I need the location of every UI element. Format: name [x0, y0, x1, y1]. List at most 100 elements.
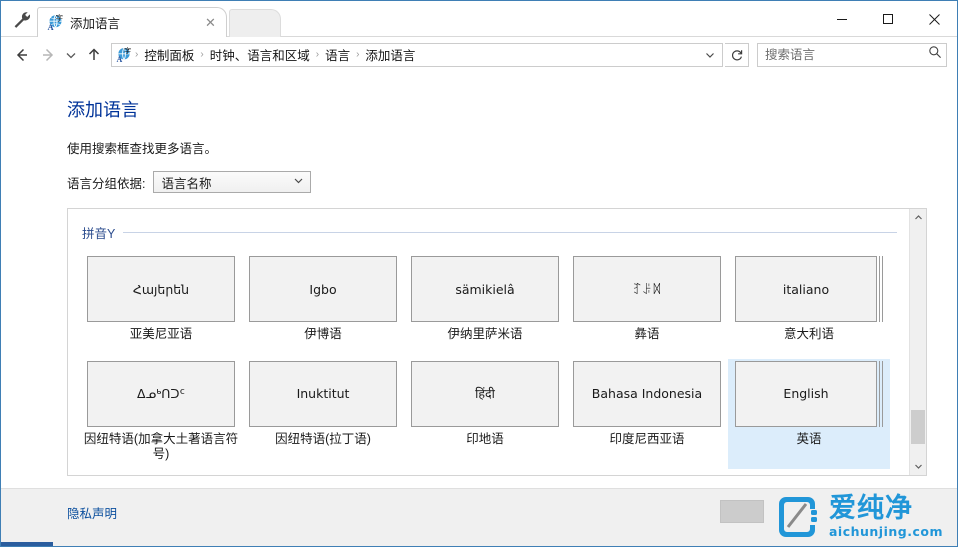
language-tile-frame: English: [735, 360, 883, 427]
scroll-up-icon[interactable]: [910, 209, 926, 226]
forward-button[interactable]: [35, 42, 61, 68]
tab-title: 添加语言: [70, 17, 121, 31]
watermark-text: 爱纯净 aichunjing.com: [828, 492, 943, 539]
tile-stack-line: [882, 360, 883, 427]
minimize-button[interactable]: [819, 1, 865, 37]
language-tile-label: 印地语: [466, 431, 504, 446]
page-title: 添加语言: [67, 100, 139, 120]
language-tile-box: Հայերեն: [87, 256, 235, 322]
group-header: 拼音Y: [82, 223, 897, 242]
address-dropdown-icon[interactable]: [700, 44, 720, 66]
language-tile-hindi[interactable]: हिंदी 印地语: [404, 359, 566, 469]
search-input[interactable]: [765, 47, 928, 62]
language-tile-frame: Bahasa Indonesia: [573, 360, 721, 427]
language-tile-box: हिंदी: [411, 360, 559, 427]
language-native-name: English: [783, 386, 829, 402]
language-row: Հայերեն 亚美尼亚语 Igbo 伊博语 sämikielâ 伊纳里萨米语 …: [80, 254, 909, 349]
refresh-button[interactable]: [725, 42, 749, 67]
language-tile-frame: Inuktitut: [249, 360, 397, 427]
language-tile-label: 伊纳里萨米语: [447, 327, 523, 341]
language-native-name: Bahasa Indonesia: [591, 386, 703, 402]
language-native-name: Inuktitut: [296, 386, 350, 402]
group-by-value: 语言名称: [161, 176, 212, 191]
maximize-button[interactable]: [865, 1, 911, 37]
language-tile-inuktitut-latin[interactable]: Inuktitut 因纽特语(拉丁语): [242, 359, 404, 469]
navigation-bar: A 字 › 控制面板 › 时钟、语言和区域 › 语言 › 添加语言: [1, 37, 957, 72]
language-tile-igbo[interactable]: Igbo 伊博语: [242, 254, 404, 349]
language-globe-icon: A 字: [47, 13, 64, 33]
tile-stack-line: [879, 256, 880, 322]
close-button[interactable]: [911, 1, 957, 37]
language-tile-box: English: [735, 360, 877, 427]
search-box[interactable]: [757, 42, 947, 67]
language-tile-label: 因纽特语(加拿大土著语言符号): [83, 431, 239, 462]
language-native-name: italiano: [782, 281, 830, 297]
language-tile-label: 英语: [796, 431, 822, 446]
address-language-icon: A 字: [116, 46, 132, 64]
language-tile-box: Bahasa Indonesia: [573, 360, 721, 427]
aichunjing-logo-icon: [773, 494, 821, 540]
language-tile-box: italiano: [735, 256, 877, 322]
language-tile-frame: हिंदी: [411, 360, 559, 427]
language-tile-box: ᐃᓄᒃᑎᑐᑦ: [87, 360, 235, 427]
main-content: 添加语言 使用搜索框查找更多语言。 语言分组依据: 语言名称 拼音Y Հայեր…: [1, 72, 957, 512]
language-tile-label: 伊博语: [304, 327, 342, 341]
language-tile-frame: italiano: [735, 256, 883, 322]
language-native-name: sämikielâ: [455, 281, 515, 297]
page-subtitle: 使用搜索框查找更多语言。: [67, 142, 218, 156]
language-tile-frame: Igbo: [249, 256, 397, 322]
group-header-label: 拼音Y: [82, 227, 116, 241]
language-list-panel: 拼音Y Հայերեն 亚美尼亚语 Igbo 伊博语 sämikielâ 伊纳里…: [67, 208, 927, 476]
up-button[interactable]: [81, 42, 107, 68]
language-tile-english[interactable]: English 英语: [728, 358, 890, 469]
tile-stack-line: [879, 360, 880, 427]
language-native-name: Հայերեն: [132, 281, 190, 297]
language-tile-label: 意大利语: [783, 327, 834, 341]
svg-text:字: 字: [124, 47, 131, 55]
language-tile-indonesian[interactable]: Bahasa Indonesia 印度尼西亚语: [566, 359, 728, 469]
svg-text:字: 字: [56, 14, 64, 23]
language-tile-italian[interactable]: italiano 意大利语: [728, 254, 890, 349]
tab-add-language[interactable]: A 字 添加语言 ✕: [37, 7, 227, 37]
language-native-name: हिंदी: [475, 386, 495, 402]
control-panel-window: A 字 添加语言 ✕ A 字 › 控制面板 › 时钟、语言和区域 › 语言 › …: [0, 0, 958, 547]
language-tile-frame: ᐃᓄᒃᑎᑐᑦ: [87, 360, 235, 427]
vertical-scrollbar[interactable]: [909, 209, 926, 475]
language-tile-box: sämikielâ: [411, 256, 559, 322]
tab-close-icon[interactable]: ✕: [203, 15, 218, 30]
language-native-name: ꆈꌠꉙ: [632, 281, 662, 297]
add-button[interactable]: [720, 500, 764, 523]
privacy-statement-link[interactable]: 隐私声明: [67, 503, 117, 522]
group-header-divider: [123, 232, 897, 233]
language-tile-inuktitut-syllabics[interactable]: ᐃᓄᒃᑎᑐᑦ 因纽特语(加拿大土著语言符号): [80, 359, 242, 469]
tile-stack-line: [882, 256, 883, 322]
language-native-name: Igbo: [309, 281, 337, 297]
breadcrumb-item-add-language[interactable]: 添加语言: [360, 43, 420, 66]
watermark-brand-cn: 爱纯净: [828, 492, 913, 524]
language-tile-yi[interactable]: ꆈꌠꉙ 彝语: [566, 254, 728, 349]
language-tile-box: Inuktitut: [249, 360, 397, 427]
language-tile-armenian[interactable]: Հայերեն 亚美尼亚语: [80, 254, 242, 349]
breadcrumb-item-control-panel[interactable]: 控制面板: [139, 43, 199, 66]
language-tile-label: 因纽特语(拉丁语): [275, 431, 371, 446]
address-bar[interactable]: A 字 › 控制面板 › 时钟、语言和区域 › 语言 › 添加语言: [111, 42, 723, 67]
language-tile-box: Igbo: [249, 256, 397, 322]
back-button[interactable]: [9, 42, 35, 68]
chevron-down-icon: [293, 175, 304, 189]
svg-text:A: A: [48, 22, 55, 31]
scroll-down-icon[interactable]: [910, 458, 926, 475]
new-tab-button[interactable]: [229, 9, 281, 37]
group-by-row: 语言分组依据: 语言名称: [67, 171, 927, 193]
recent-locations-button[interactable]: [61, 42, 81, 68]
group-by-select[interactable]: 语言名称: [153, 171, 312, 193]
breadcrumb-item-language[interactable]: 语言: [320, 43, 355, 66]
breadcrumb-item-clock-language-region[interactable]: 时钟、语言和区域: [205, 43, 315, 66]
wrench-icon[interactable]: [11, 9, 33, 31]
language-tile-frame: ꆈꌠꉙ: [573, 256, 721, 322]
scrollbar-thumb[interactable]: [911, 410, 925, 444]
language-native-name: ᐃᓄᒃᑎᑐᑦ: [137, 386, 185, 402]
breadcrumb: 控制面板 › 时钟、语言和区域 › 语言 › 添加语言: [139, 43, 700, 66]
search-icon[interactable]: [928, 45, 942, 64]
language-tile-inari-sami[interactable]: sämikielâ 伊纳里萨米语: [404, 254, 566, 349]
bottom-bar: 隐私声明 爱纯净 aichunjing.com: [1, 488, 957, 546]
